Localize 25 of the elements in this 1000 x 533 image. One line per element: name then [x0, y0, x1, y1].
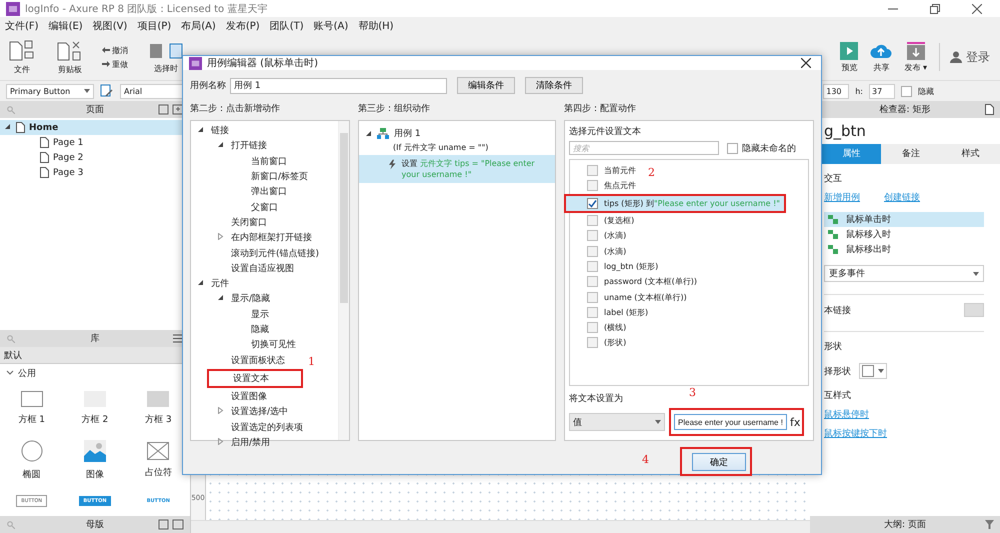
case-condition: (If 元件文字 uname = "") — [392, 142, 490, 153]
panel-title: 大纲: 页面 — [884, 518, 926, 531]
step-title: 第四步：配置动作 — [564, 102, 637, 115]
dialog-title: 用例编辑器 (鼠标单击时) — [207, 56, 318, 70]
checkbox-label: 隐藏未命名的 — [742, 142, 796, 154]
panel-title: 母版 — [86, 518, 104, 531]
section-title: 选择元件设置文本 — [569, 126, 642, 138]
step-title: 第二步：点击新增动作 — [190, 102, 281, 115]
window-title: logInfo - Axure RP 8 团队版 : Licensed to 蓝星天宇 — [25, 2, 268, 16]
section-title: 交互 — [824, 172, 843, 185]
field-label: 择形状 — [824, 366, 851, 378]
panel-title: 检查器: 矩形 — [880, 104, 930, 116]
field-label: 用例名称 — [190, 80, 226, 92]
section-title: 互样式 — [824, 390, 852, 402]
callout-number: 2 — [648, 166, 655, 179]
panel-title: 页面 — [86, 104, 104, 116]
step-title: 第三步：组织动作 — [358, 102, 431, 115]
section-title: 本链接 — [824, 304, 851, 316]
callout-number: 4 — [642, 453, 649, 466]
height-label: h: — [855, 86, 863, 96]
hidden-label: 隐藏 — [918, 86, 934, 96]
callout-number: 1 — [308, 354, 315, 368]
panel-title: 库 — [90, 332, 100, 345]
section-title: 形状 — [824, 331, 984, 353]
callout-number: 3 — [689, 386, 696, 399]
